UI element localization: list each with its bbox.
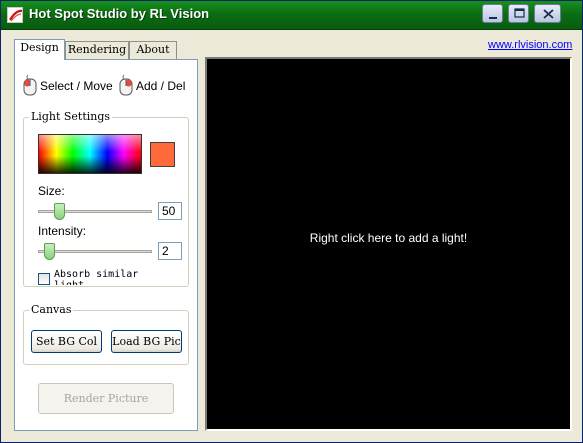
selected-color-swatch[interactable] bbox=[150, 142, 175, 167]
tab-rendering[interactable]: Rendering bbox=[65, 41, 129, 59]
title-bar[interactable]: Hot Spot Studio by RL Vision bbox=[1, 1, 582, 30]
window-title: Hot Spot Studio by RL Vision bbox=[29, 6, 210, 21]
absorb-checkbox[interactable] bbox=[38, 273, 50, 285]
app-icon bbox=[7, 7, 23, 23]
set-bg-col-button[interactable]: Set BG Col bbox=[31, 330, 102, 353]
canvas-caption: Canvas bbox=[29, 303, 74, 316]
maximize-icon bbox=[514, 8, 525, 18]
render-picture-button[interactable]: Render Picture bbox=[38, 383, 174, 414]
intensity-value-field[interactable]: 2 bbox=[158, 242, 182, 260]
website-link[interactable]: www.rlvision.com bbox=[488, 39, 572, 51]
close-icon bbox=[543, 9, 554, 19]
add-del-label: Add / Del bbox=[136, 79, 186, 93]
light-canvas[interactable]: Right click here to add a light! bbox=[205, 57, 572, 431]
maximize-button[interactable] bbox=[508, 4, 529, 23]
intensity-slider-track bbox=[38, 250, 152, 253]
mouse-icon bbox=[23, 74, 37, 96]
canvas-hint-text: Right click here to add a light! bbox=[309, 231, 468, 245]
load-bg-pic-button[interactable]: Load BG Pic bbox=[111, 330, 182, 353]
canvas-group: Canvas Set BG Col Load BG Pic bbox=[23, 303, 189, 365]
light-settings-caption: Light Settings bbox=[29, 110, 113, 123]
mouse-icon bbox=[119, 74, 133, 96]
color-spectrum-picker[interactable] bbox=[38, 134, 142, 174]
intensity-label: Intensity: bbox=[38, 224, 87, 238]
absorb-label: Absorb similar light bbox=[54, 269, 139, 285]
minimize-button[interactable] bbox=[482, 4, 503, 23]
intensity-slider-thumb[interactable] bbox=[44, 243, 55, 260]
minimize-icon bbox=[489, 17, 497, 19]
size-value-field[interactable]: 50 bbox=[158, 202, 182, 220]
size-label: Size: bbox=[38, 184, 65, 198]
size-slider[interactable] bbox=[38, 201, 152, 221]
size-slider-thumb[interactable] bbox=[54, 203, 65, 220]
app-window: Hot Spot Studio by RL Vision Design Rend… bbox=[0, 0, 583, 443]
close-button[interactable] bbox=[534, 4, 561, 23]
intensity-slider[interactable] bbox=[38, 241, 152, 261]
tab-design[interactable]: Design bbox=[14, 39, 65, 60]
select-move-label: Select / Move bbox=[40, 79, 113, 93]
light-settings-group: Light Settings Size: 50 Intensity: 2 Abs… bbox=[23, 110, 189, 287]
tab-about[interactable]: About bbox=[129, 41, 177, 59]
design-panel: Select / Move Add / Del Light Settings S… bbox=[14, 59, 198, 431]
